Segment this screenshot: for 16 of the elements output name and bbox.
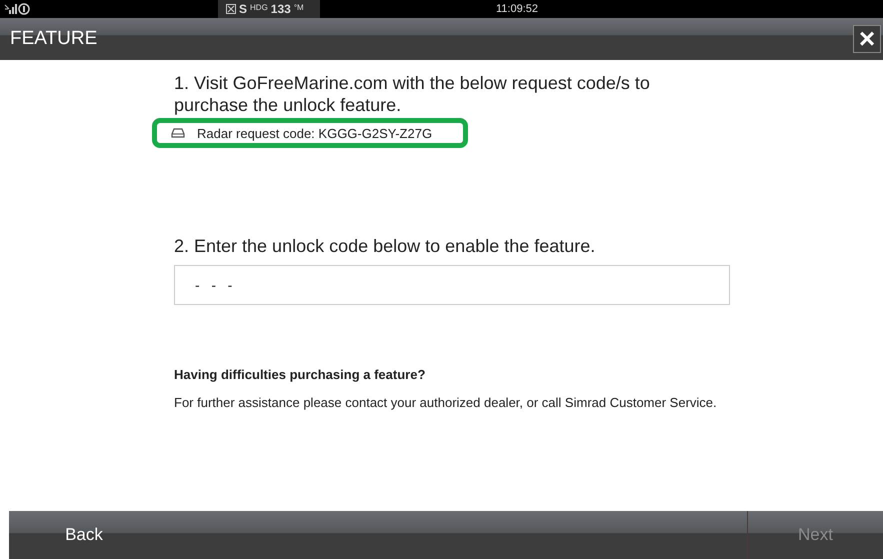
help-text: For further assistance please contact your authorized dealer, or call Simrad Customer Service. (174, 394, 718, 411)
heading-source: S (239, 2, 248, 16)
close-button[interactable]: × (853, 25, 881, 53)
instruction-text: 2. Enter the unlock code below to enable the feature. (174, 236, 596, 257)
request-code: Radar request code: KGGG-G2SY-Z27G (197, 126, 432, 140)
heading-label: HDG (250, 3, 268, 12)
heading-unit: °M (294, 3, 304, 12)
signal-icon (4, 3, 30, 15)
page-title: FEATURE (10, 28, 98, 50)
drive-icon (171, 128, 185, 138)
clock-time: 11:09:52 (496, 3, 538, 15)
instruction-text: 1. Visit GoFreeMarine.com with the below request code/s to purchase the unlock feature. (174, 72, 651, 116)
nav-button[interactable]: Back (9, 511, 159, 559)
heading-value: 133 (270, 2, 291, 16)
unlock-code-field[interactable]: - - - (174, 265, 730, 305)
help-heading: Having difficulties purchasing a feature? (174, 367, 426, 382)
